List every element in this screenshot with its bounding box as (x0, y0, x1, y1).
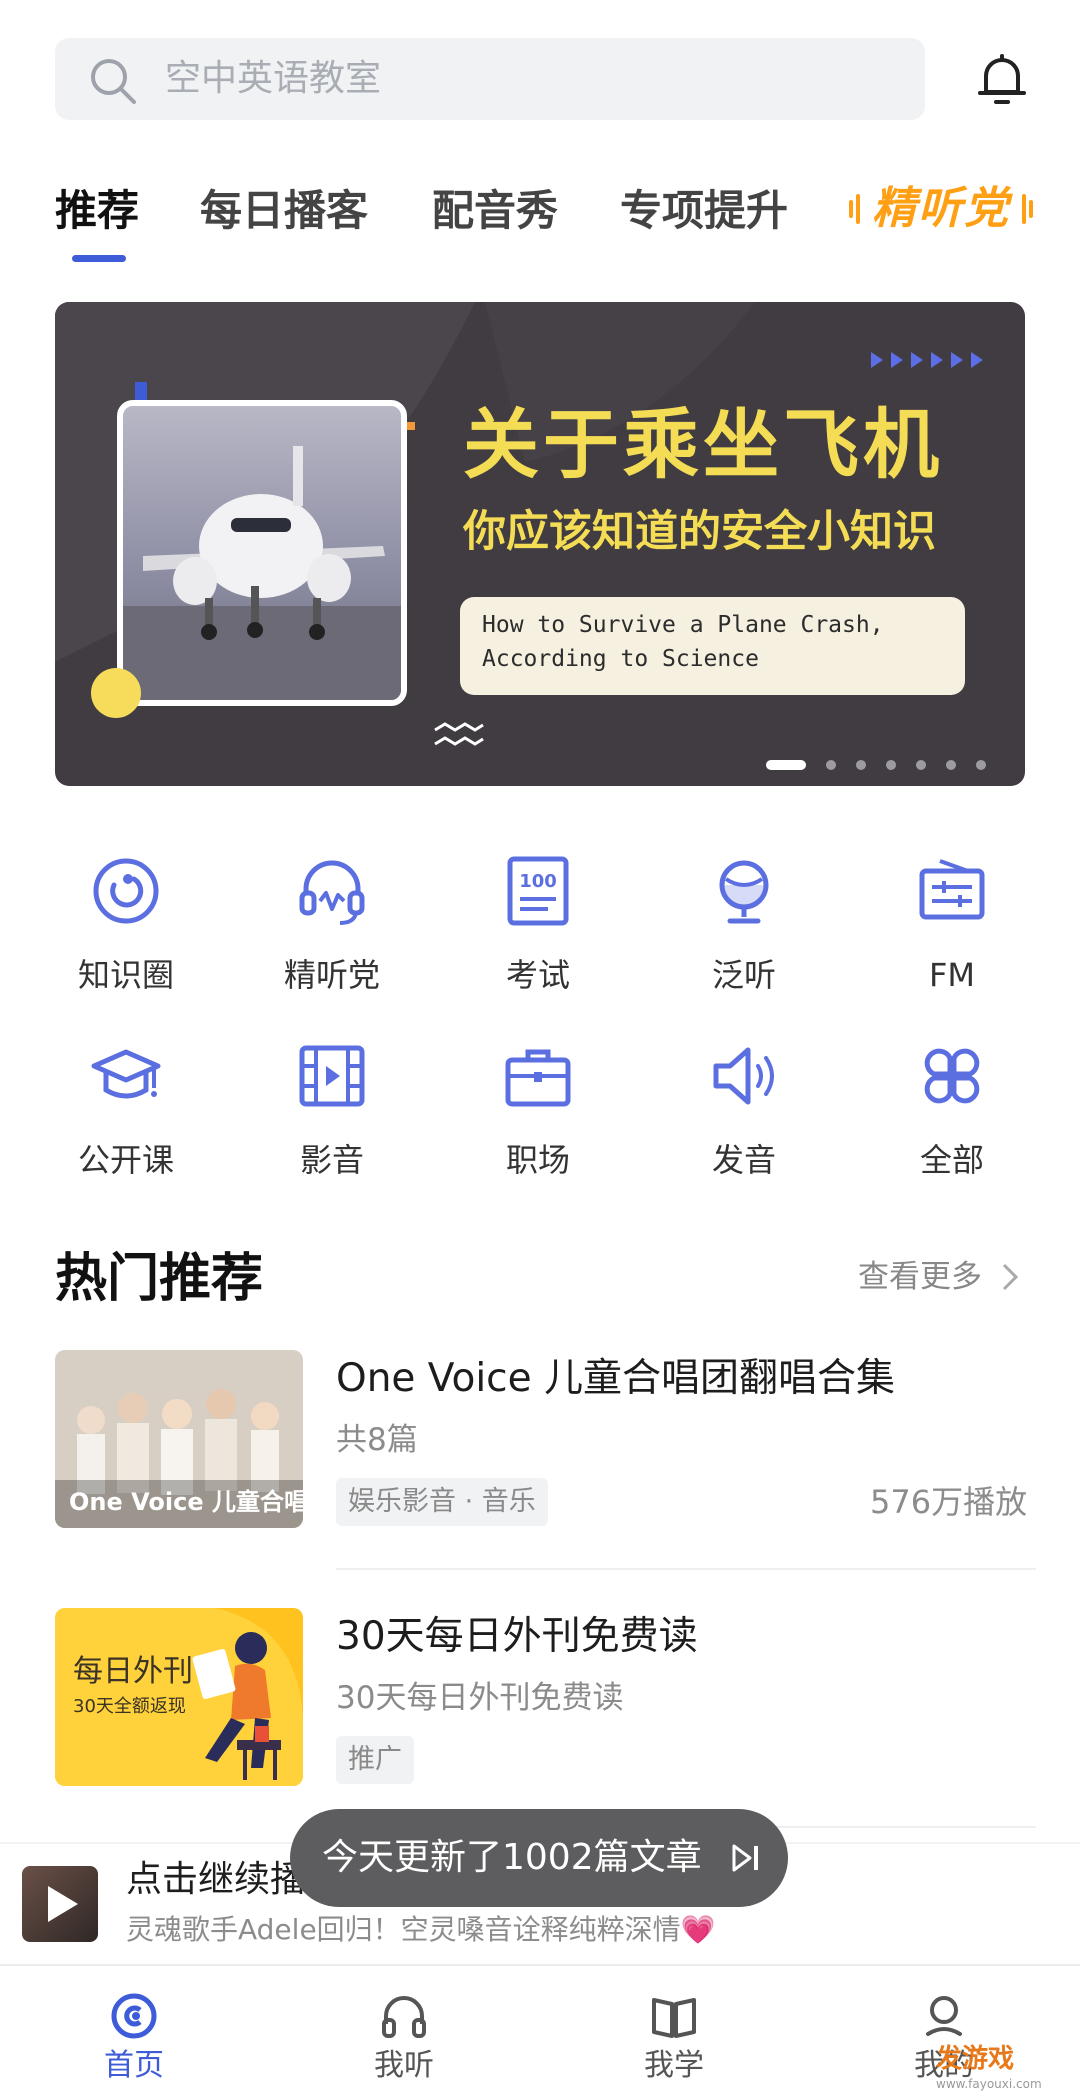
tab-intensive-listening-label: 精听党 (872, 183, 1010, 234)
promo-tag: 推广 (336, 1736, 414, 1784)
tab-intensive-listening[interactable]: 精听党 (848, 176, 1034, 242)
bell-icon[interactable] (976, 52, 1028, 108)
profile-icon (926, 1996, 962, 2036)
search-icon (91, 59, 136, 104)
tab-active-indicator (72, 255, 126, 262)
nav-label: 首页 (104, 2048, 164, 2083)
banner-title: 关于乘坐飞机 (463, 400, 943, 489)
tab-special-improvement[interactable]: 专项提升 (620, 180, 788, 242)
grid-label: 知识圈 (77, 956, 174, 994)
thumb-caption: 每日外刊 (73, 1654, 193, 1689)
sound-wave-right-icon (1022, 194, 1033, 224)
nav-learn[interactable]: 我学 (574, 1966, 774, 2096)
search-input[interactable]: 空中英语教室 (165, 52, 381, 106)
see-more-link[interactable]: 查看更多 (858, 1254, 982, 1300)
carousel-dot[interactable] (976, 760, 986, 770)
grid-intensive-listening[interactable]: 精听党 (252, 855, 412, 1015)
nav-home[interactable]: 首页 (34, 1966, 234, 2096)
grid-label: 泛听 (711, 956, 776, 994)
grid-video[interactable]: 影音 (252, 1040, 412, 1200)
grid-label: 公开课 (77, 1141, 174, 1179)
skip-next-icon[interactable] (732, 1843, 760, 1873)
list-item-title[interactable]: 30天每日外刊免费读 (336, 1610, 698, 1664)
film-icon (299, 1045, 365, 1107)
grid-label: 考试 (505, 956, 570, 994)
watermark-logo: 发游戏 www.fayouxi.com (936, 2044, 1080, 2094)
carousel-dot-active[interactable] (766, 760, 806, 770)
carousel-dot[interactable] (946, 760, 956, 770)
airplane-image (117, 400, 407, 706)
thumb-caption-small: 30天全额返现 (73, 1696, 186, 1717)
arrows-decoration-icon (871, 352, 983, 368)
list-item-thumbnail[interactable]: One Voice 儿童合唱团 (55, 1350, 303, 1528)
mini-player-subtitle: 灵魂歌手Adele回归！空灵嗓音诠释纯粹深情💗 (126, 1913, 716, 1946)
grid-knowledge-circle[interactable]: 知识圈 (46, 855, 206, 1015)
grid-label: FM (928, 956, 975, 994)
nav-label: 我听 (374, 2048, 434, 2083)
grid-label: 影音 (299, 1141, 364, 1179)
banner-carousel[interactable]: 关于乘坐飞机 你应该知道的安全小知识 How to Survive a Plan… (55, 302, 1025, 786)
grid-workplace[interactable]: 职场 (458, 1040, 618, 1200)
briefcase-icon (505, 1049, 571, 1107)
grid-extensive-listening[interactable]: 泛听 (664, 855, 824, 1015)
list-item-subtitle: 共8篇 (336, 1422, 418, 1458)
tab-recommend[interactable]: 推荐 (55, 180, 139, 242)
grid-all[interactable]: 全部 (872, 1040, 1032, 1200)
nav-label: 我学 (644, 2048, 704, 2083)
chevron-right-icon[interactable] (1000, 1262, 1020, 1292)
grid-open-course[interactable]: 公开课 (46, 1040, 206, 1200)
category-tag: 娱乐影音 · 音乐 (336, 1478, 548, 1526)
tab-daily-podcast[interactable]: 每日播客 (200, 180, 368, 242)
mini-player-thumbnail[interactable] (22, 1866, 98, 1942)
grid-fm[interactable]: FM (872, 855, 1032, 1015)
mini-player-title: 点击继续播 (126, 1859, 307, 1900)
carousel-dot[interactable] (886, 760, 896, 770)
banner-subtitle: 你应该知道的安全小知识 (463, 507, 936, 557)
grid-exam[interactable]: 100 考试 (458, 855, 618, 1015)
book-icon (652, 1998, 696, 2038)
speaker-icon (713, 1047, 774, 1105)
headphones-icon (382, 1996, 426, 2038)
grid-label: 全部 (919, 1141, 984, 1179)
tab-dubbing-show[interactable]: 配音秀 (432, 180, 558, 242)
play-count: 576万播放 (870, 1483, 1028, 1521)
toast-text: 今天更新了1002篇文章 (322, 1837, 702, 1878)
list-item-thumbnail[interactable]: 每日外刊 30天全额返现 (55, 1608, 303, 1786)
globe-icon (719, 860, 769, 924)
headset-icon (299, 860, 365, 925)
grid-label: 职场 (505, 1141, 570, 1179)
banner-card-line2: According to Science (482, 646, 759, 672)
grid-four-icon (924, 1048, 980, 1104)
list-item-subtitle: 30天每日外刊免费读 (336, 1680, 624, 1716)
play-icon[interactable] (44, 1884, 80, 1924)
carousel-dot[interactable] (826, 760, 836, 770)
divider (336, 1568, 1036, 1570)
banner-yellow-circle (91, 668, 141, 718)
svg-text:100: 100 (519, 871, 557, 892)
exam-100-icon: 100 (507, 856, 569, 926)
bottom-nav: 首页 我听 我学 我的 (0, 1964, 1080, 2096)
watermark-url: www.fayouxi.com (936, 2077, 1042, 2091)
ring-icon (93, 858, 159, 924)
grid-label: 精听党 (283, 956, 380, 994)
grid-label: 发音 (711, 1141, 776, 1179)
banner-card-line1: How to Survive a Plane Crash, (482, 612, 884, 638)
graduation-cap-icon (91, 1049, 161, 1099)
carousel-dot[interactable] (856, 760, 866, 770)
list-item-title[interactable]: One Voice 儿童合唱团翻唱合集 (336, 1352, 895, 1406)
banner-english-card: How to Survive a Plane Crash, According … (460, 597, 965, 695)
zigzag-decoration-icon (434, 722, 484, 746)
carousel-dot[interactable] (916, 760, 926, 770)
section-title: 热门推荐 (55, 1249, 264, 1309)
watermark-brand: 发游戏 (936, 2044, 1015, 2074)
thumb-caption: One Voice 儿童合唱团 (69, 1488, 303, 1516)
update-toast[interactable]: 今天更新了1002篇文章 (290, 1809, 788, 1907)
radio-icon (919, 859, 985, 920)
home-icon (111, 1993, 157, 2039)
grid-pronunciation[interactable]: 发音 (664, 1040, 824, 1200)
nav-listen[interactable]: 我听 (304, 1966, 504, 2096)
